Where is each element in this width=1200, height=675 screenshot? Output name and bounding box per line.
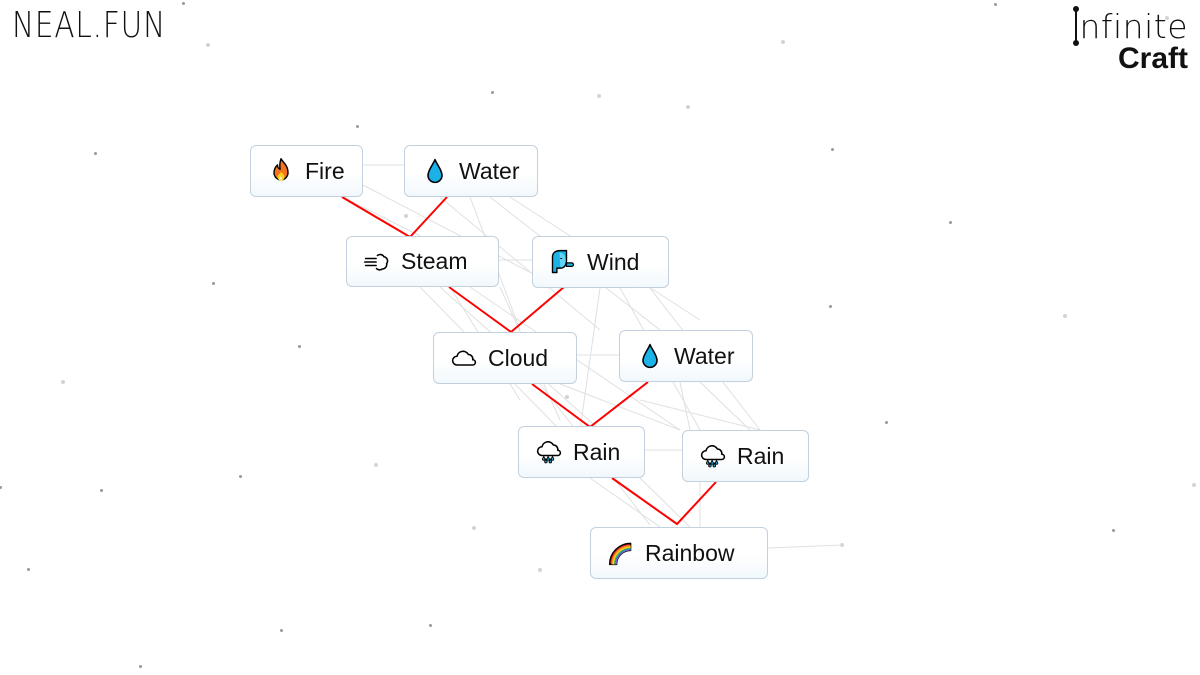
element-rainbow[interactable]: Rainbow <box>590 527 768 579</box>
faint-connection-lines <box>342 164 843 549</box>
background-dot <box>297 344 301 348</box>
faint-connection-line <box>639 477 691 528</box>
text-cursor-icon <box>1073 6 1080 46</box>
element-label: Fire <box>305 157 345 184</box>
background-dot <box>428 623 432 627</box>
background-dot <box>884 420 888 424</box>
cloud-icon <box>450 344 478 372</box>
background-dot <box>138 664 142 668</box>
element-label: Water <box>459 157 520 184</box>
faint-connection-line <box>767 544 843 549</box>
background-dot <box>1165 16 1169 20</box>
background-dot <box>211 281 215 285</box>
background-dot <box>686 105 690 109</box>
rain-cloud-icon <box>535 438 563 466</box>
background-dot <box>597 94 601 98</box>
recipe-line <box>448 286 565 334</box>
neal-fun-logo[interactable]: NEAL.FUN <box>12 8 166 44</box>
element-label: Rain <box>737 442 785 469</box>
background-dot <box>1111 528 1115 532</box>
element-label: Water <box>674 342 735 369</box>
logo-craft-text: Craft <box>1117 42 1188 75</box>
background-dot <box>206 43 210 47</box>
element-water[interactable]: Water <box>619 330 753 382</box>
background-dot <box>490 90 494 94</box>
background-dot <box>26 567 30 571</box>
element-rain[interactable]: Rain <box>518 426 645 478</box>
element-cloud[interactable]: Cloud <box>433 332 577 384</box>
background-dot <box>61 380 65 384</box>
faint-connection-line <box>342 196 421 237</box>
rain-cloud-icon <box>699 442 727 470</box>
background-dot <box>538 568 542 572</box>
element-water[interactable]: Water <box>404 145 538 197</box>
steam-puff-icon <box>363 248 391 276</box>
recipe-line <box>531 381 649 429</box>
background-dot <box>828 304 832 308</box>
infinite-craft-logo: nfinite Craft <box>1073 6 1188 75</box>
background-dot <box>840 543 844 547</box>
element-label: Rainbow <box>645 539 735 566</box>
rainbow-icon <box>607 539 635 567</box>
faint-connection-line <box>589 477 661 528</box>
background-dot <box>993 2 997 6</box>
background-dot <box>1192 483 1196 487</box>
element-label: Rain <box>573 438 621 465</box>
element-fire[interactable]: Fire <box>250 145 363 197</box>
background-dot <box>1063 314 1067 318</box>
background-dot <box>948 220 952 224</box>
wind-face-icon <box>549 248 577 276</box>
element-rain[interactable]: Rain <box>682 430 809 482</box>
faint-connection-line <box>559 383 681 431</box>
background-dot <box>93 151 97 155</box>
background-dot <box>781 40 785 44</box>
background-dot <box>355 124 359 128</box>
faint-connection-line <box>699 381 751 431</box>
background-dot <box>238 474 242 478</box>
background-dot <box>565 395 569 399</box>
background-dot <box>830 147 834 151</box>
background-dot <box>472 526 476 530</box>
background-dot <box>279 628 283 632</box>
background-dot <box>374 463 378 467</box>
faint-connection-line <box>679 381 691 431</box>
logo-infinite-text: nfinite <box>1079 6 1188 46</box>
element-label: Wind <box>587 248 640 275</box>
element-steam[interactable]: Steam <box>346 236 499 287</box>
fire-icon <box>267 157 295 185</box>
background-dot <box>0 485 2 489</box>
water-drop-icon <box>421 157 449 185</box>
faint-connection-line <box>579 287 601 431</box>
recipe-line <box>611 477 717 526</box>
background-dot <box>404 214 408 218</box>
element-label: Steam <box>401 248 468 274</box>
element-wind[interactable]: Wind <box>532 236 669 288</box>
background-dot <box>181 1 185 5</box>
background-dot <box>99 488 103 492</box>
element-label: Cloud <box>488 344 549 371</box>
recipe-line <box>341 196 448 239</box>
water-drop-icon <box>636 342 664 370</box>
